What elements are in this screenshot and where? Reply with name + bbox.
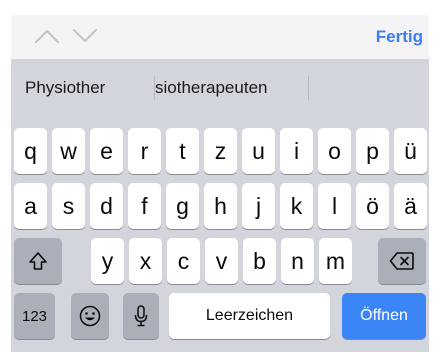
keyboard: Physiother siotherapeuten q w e r t z u … <box>11 60 429 352</box>
key-u-umlaut[interactable]: ü <box>394 128 427 174</box>
key-v[interactable]: v <box>205 238 238 284</box>
key-row-2: a s d f g h j k l ö ä <box>11 183 429 229</box>
key-x[interactable]: x <box>129 238 162 284</box>
key-k[interactable]: k <box>280 183 313 229</box>
key-r[interactable]: r <box>128 128 161 174</box>
suggestion-item[interactable]: siotherapeuten <box>155 60 305 110</box>
key-m[interactable]: m <box>319 238 352 284</box>
key-row-3: y x c v b n m <box>11 238 429 284</box>
key-t[interactable]: t <box>166 128 199 174</box>
key-u[interactable]: u <box>242 128 275 174</box>
next-field-button[interactable] <box>70 21 100 51</box>
key-a-umlaut[interactable]: ä <box>394 183 427 229</box>
chevron-up-icon <box>35 30 59 43</box>
key-f[interactable]: f <box>128 183 161 229</box>
key-a[interactable]: a <box>14 183 47 229</box>
key-p[interactable]: p <box>356 128 389 174</box>
key-d[interactable]: d <box>90 183 123 229</box>
key-y[interactable]: y <box>91 238 124 284</box>
key-b[interactable]: b <box>243 238 276 284</box>
suggestion-item[interactable]: Physiother <box>25 60 153 110</box>
key-j[interactable]: j <box>242 183 275 229</box>
shift-key[interactable] <box>14 238 62 284</box>
microphone-icon <box>134 305 148 327</box>
space-key[interactable]: Leerzeichen <box>169 293 330 339</box>
key-g[interactable]: g <box>166 183 199 229</box>
return-key[interactable]: Öffnen <box>342 293 426 339</box>
dictation-key[interactable] <box>123 293 159 339</box>
key-e[interactable]: e <box>90 128 123 174</box>
screen: Fertig Physiother siotherapeuten q w e r… <box>0 0 440 352</box>
key-row-1: q w e r t z u i o p ü <box>11 128 429 174</box>
key-o[interactable]: o <box>318 128 351 174</box>
suggestion-bar: Physiother siotherapeuten <box>11 60 429 110</box>
key-n[interactable]: n <box>281 238 314 284</box>
key-q[interactable]: q <box>14 128 47 174</box>
key-c[interactable]: c <box>167 238 200 284</box>
key-s[interactable]: s <box>52 183 85 229</box>
key-row-4: 123 Leerzeichen Öffnen <box>11 293 429 339</box>
suggestion-divider <box>308 76 309 100</box>
key-w[interactable]: w <box>52 128 85 174</box>
key-h[interactable]: h <box>204 183 237 229</box>
keyboard-accessory-toolbar: Fertig <box>11 15 429 60</box>
key-l[interactable]: l <box>318 183 351 229</box>
numbers-key[interactable]: 123 <box>14 293 55 339</box>
key-i[interactable]: i <box>280 128 313 174</box>
emoji-icon <box>79 305 101 327</box>
done-button[interactable]: Fertig <box>376 27 423 47</box>
key-o-umlaut[interactable]: ö <box>356 183 389 229</box>
backspace-key[interactable] <box>378 238 426 284</box>
chevron-down-icon <box>73 29 97 42</box>
key-z[interactable]: z <box>204 128 237 174</box>
previous-field-button[interactable] <box>32 21 62 51</box>
shift-icon <box>29 252 47 270</box>
backspace-icon <box>389 252 414 270</box>
emoji-key[interactable] <box>71 293 109 339</box>
